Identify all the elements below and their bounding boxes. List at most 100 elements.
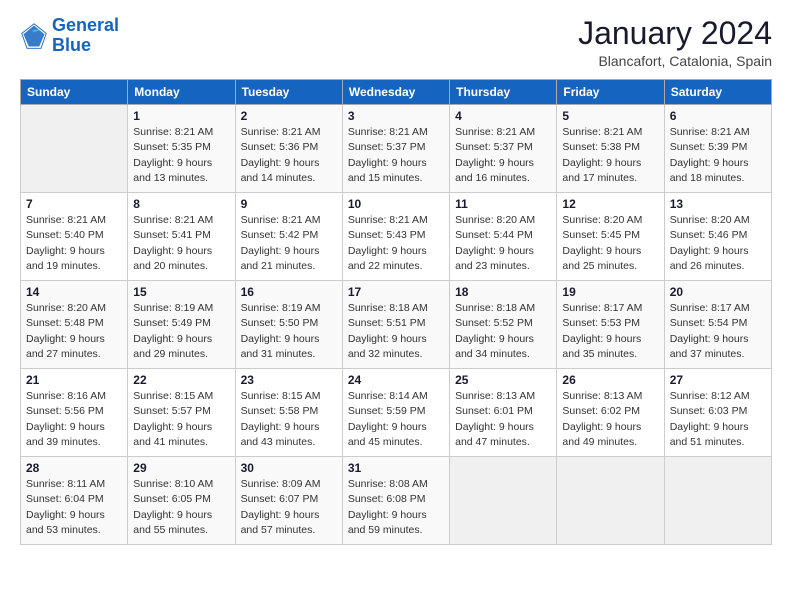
day-info: Sunrise: 8:21 AMSunset: 5:41 PMDaylight:… [133,213,229,274]
weekday-header-tuesday: Tuesday [235,80,342,105]
day-number: 6 [670,109,766,123]
calendar-cell [664,457,771,545]
header: General Blue January 2024 Blancafort, Ca… [20,16,772,69]
calendar-cell: 8 Sunrise: 8:21 AMSunset: 5:41 PMDaylight… [128,193,235,281]
calendar-cell: 23 Sunrise: 8:15 AMSunset: 5:58 PMDayligh… [235,369,342,457]
calendar-cell: 4 Sunrise: 8:21 AMSunset: 5:37 PMDaylight… [450,105,557,193]
day-info: Sunrise: 8:21 AMSunset: 5:39 PMDaylight:… [670,125,766,186]
day-number: 1 [133,109,229,123]
calendar-cell: 31 Sunrise: 8:08 AMSunset: 6:08 PMDayligh… [342,457,449,545]
day-info: Sunrise: 8:15 AMSunset: 5:58 PMDaylight:… [241,389,337,450]
calendar-week-4: 21 Sunrise: 8:16 AMSunset: 5:56 PMDayligh… [21,369,772,457]
logo-text: General Blue [52,16,119,56]
day-info: Sunrise: 8:09 AMSunset: 6:07 PMDaylight:… [241,477,337,538]
day-number: 20 [670,285,766,299]
day-info: Sunrise: 8:08 AMSunset: 6:08 PMDaylight:… [348,477,444,538]
calendar-cell [450,457,557,545]
day-number: 29 [133,461,229,475]
calendar-cell [557,457,664,545]
weekday-row: SundayMondayTuesdayWednesdayThursdayFrid… [21,80,772,105]
calendar-header: SundayMondayTuesdayWednesdayThursdayFrid… [21,80,772,105]
calendar-cell: 21 Sunrise: 8:16 AMSunset: 5:56 PMDayligh… [21,369,128,457]
calendar-week-2: 7Sunrise: 8:21 AMSunset: 5:40 PMDaylight… [21,193,772,281]
calendar: SundayMondayTuesdayWednesdayThursdayFrid… [20,79,772,545]
day-number: 28 [26,461,122,475]
day-number: 21 [26,373,122,387]
calendar-cell: 3 Sunrise: 8:21 AMSunset: 5:37 PMDaylight… [342,105,449,193]
day-number: 30 [241,461,337,475]
month-title: January 2024 [578,16,772,51]
calendar-cell: 17Sunrise: 8:18 AMSunset: 5:51 PMDayligh… [342,281,449,369]
day-info: Sunrise: 8:21 AMSunset: 5:40 PMDaylight:… [26,213,122,274]
calendar-cell: 12 Sunrise: 8:20 AMSunset: 5:45 PMDayligh… [557,193,664,281]
day-number: 22 [133,373,229,387]
day-number: 4 [455,109,551,123]
day-number: 16 [241,285,337,299]
weekday-header-friday: Friday [557,80,664,105]
day-info: Sunrise: 8:21 AMSunset: 5:37 PMDaylight:… [455,125,551,186]
day-info: Sunrise: 8:14 AMSunset: 5:59 PMDaylight:… [348,389,444,450]
calendar-cell: 9Sunrise: 8:21 AMSunset: 5:42 PMDaylight… [235,193,342,281]
calendar-cell: 5Sunrise: 8:21 AMSunset: 5:38 PMDaylight… [557,105,664,193]
day-number: 2 [241,109,337,123]
day-info: Sunrise: 8:15 AMSunset: 5:57 PMDaylight:… [133,389,229,450]
logo: General Blue [20,16,119,56]
calendar-week-3: 14 Sunrise: 8:20 AMSunset: 5:48 PMDayligh… [21,281,772,369]
calendar-week-5: 28Sunrise: 8:11 AMSunset: 6:04 PMDayligh… [21,457,772,545]
calendar-cell: 6 Sunrise: 8:21 AMSunset: 5:39 PMDaylight… [664,105,771,193]
day-number: 31 [348,461,444,475]
day-info: Sunrise: 8:12 AMSunset: 6:03 PMDaylight:… [670,389,766,450]
calendar-cell [21,105,128,193]
day-info: Sunrise: 8:13 AMSunset: 6:01 PMDaylight:… [455,389,551,450]
title-block: January 2024 Blancafort, Catalonia, Spai… [578,16,772,69]
day-number: 12 [562,197,658,211]
location: Blancafort, Catalonia, Spain [578,53,772,69]
calendar-week-1: 1 Sunrise: 8:21 AMSunset: 5:35 PMDaylight… [21,105,772,193]
day-info: Sunrise: 8:20 AMSunset: 5:45 PMDaylight:… [562,213,658,274]
day-number: 24 [348,373,444,387]
calendar-cell: 19 Sunrise: 8:17 AMSunset: 5:53 PMDayligh… [557,281,664,369]
day-info: Sunrise: 8:18 AMSunset: 5:52 PMDaylight:… [455,301,551,362]
day-number: 8 [133,197,229,211]
weekday-header-wednesday: Wednesday [342,80,449,105]
weekday-header-sunday: Sunday [21,80,128,105]
day-number: 25 [455,373,551,387]
calendar-cell: 27 Sunrise: 8:12 AMSunset: 6:03 PMDayligh… [664,369,771,457]
calendar-cell: 1 Sunrise: 8:21 AMSunset: 5:35 PMDaylight… [128,105,235,193]
day-info: Sunrise: 8:20 AMSunset: 5:46 PMDaylight:… [670,213,766,274]
day-info: Sunrise: 8:21 AMSunset: 5:35 PMDaylight:… [133,125,229,186]
day-number: 15 [133,285,229,299]
day-number: 14 [26,285,122,299]
calendar-cell: 11Sunrise: 8:20 AMSunset: 5:44 PMDayligh… [450,193,557,281]
day-number: 11 [455,197,551,211]
day-info: Sunrise: 8:16 AMSunset: 5:56 PMDaylight:… [26,389,122,450]
weekday-header-monday: Monday [128,80,235,105]
day-number: 13 [670,197,766,211]
calendar-cell: 15 Sunrise: 8:19 AMSunset: 5:49 PMDayligh… [128,281,235,369]
day-info: Sunrise: 8:20 AMSunset: 5:48 PMDaylight:… [26,301,122,362]
weekday-header-thursday: Thursday [450,80,557,105]
calendar-cell: 16 Sunrise: 8:19 AMSunset: 5:50 PMDayligh… [235,281,342,369]
day-number: 19 [562,285,658,299]
day-info: Sunrise: 8:21 AMSunset: 5:43 PMDaylight:… [348,213,444,274]
day-info: Sunrise: 8:18 AMSunset: 5:51 PMDaylight:… [348,301,444,362]
day-number: 27 [670,373,766,387]
day-info: Sunrise: 8:21 AMSunset: 5:37 PMDaylight:… [348,125,444,186]
calendar-cell: 26Sunrise: 8:13 AMSunset: 6:02 PMDayligh… [557,369,664,457]
calendar-body: 1 Sunrise: 8:21 AMSunset: 5:35 PMDaylight… [21,105,772,545]
calendar-cell: 20 Sunrise: 8:17 AMSunset: 5:54 PMDayligh… [664,281,771,369]
day-number: 18 [455,285,551,299]
calendar-cell: 29Sunrise: 8:10 AMSunset: 6:05 PMDayligh… [128,457,235,545]
calendar-cell: 2Sunrise: 8:21 AMSunset: 5:36 PMDaylight… [235,105,342,193]
day-info: Sunrise: 8:19 AMSunset: 5:49 PMDaylight:… [133,301,229,362]
calendar-cell: 22 Sunrise: 8:15 AMSunset: 5:57 PMDayligh… [128,369,235,457]
day-info: Sunrise: 8:17 AMSunset: 5:53 PMDaylight:… [562,301,658,362]
day-info: Sunrise: 8:17 AMSunset: 5:54 PMDaylight:… [670,301,766,362]
day-info: Sunrise: 8:19 AMSunset: 5:50 PMDaylight:… [241,301,337,362]
calendar-cell: 7Sunrise: 8:21 AMSunset: 5:40 PMDaylight… [21,193,128,281]
day-number: 3 [348,109,444,123]
day-number: 5 [562,109,658,123]
logo-line2: Blue [52,35,91,55]
day-info: Sunrise: 8:13 AMSunset: 6:02 PMDaylight:… [562,389,658,450]
day-number: 23 [241,373,337,387]
